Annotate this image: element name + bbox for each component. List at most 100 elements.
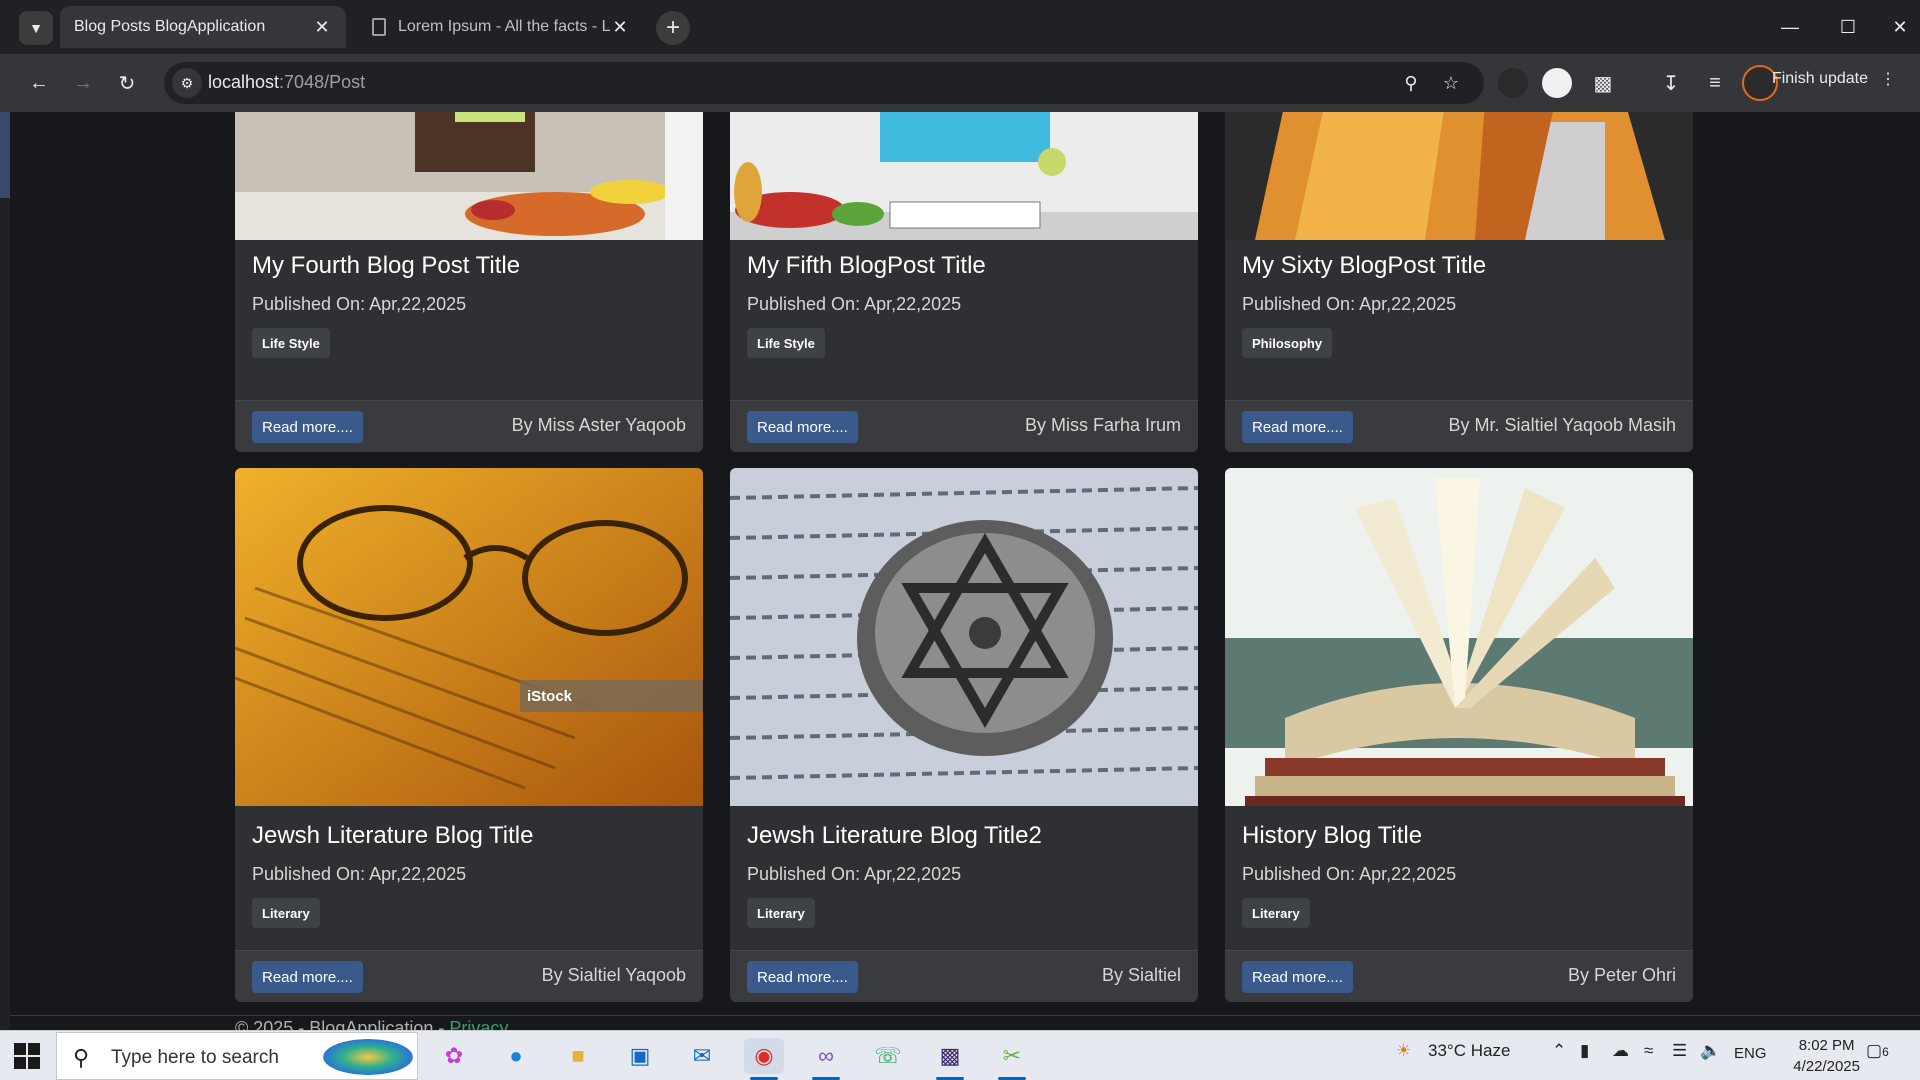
- category-badge: Literary: [252, 898, 320, 928]
- address-bar[interactable]: ⚙ localhost:7048/Post ⚲ ☆: [164, 62, 1484, 104]
- post-card: My Fourth Blog Post Title Published On: …: [235, 112, 703, 452]
- post-published-date: Published On: Apr,22,2025: [1242, 864, 1457, 884]
- plus-icon: +: [665, 14, 680, 41]
- maximize-button[interactable]: ☐: [1830, 10, 1866, 44]
- card-footer: Read more.... By Peter Ohri: [1225, 950, 1693, 1002]
- post-title[interactable]: History Blog Title: [1242, 822, 1422, 850]
- finish-update-label: Finish update: [1771, 70, 1868, 87]
- tab-blog-posts[interactable]: Blog Posts BlogApplication ✕: [60, 6, 346, 136]
- category-badge: Literary: [747, 898, 815, 928]
- download-icon: ↧: [1662, 72, 1680, 95]
- more-vertical-icon: ⋮: [1880, 71, 1896, 88]
- system-clock[interactable]: 8:02 PM 4/22/2025: [1793, 1035, 1860, 1077]
- puzzle-icon: ▩: [1593, 72, 1613, 95]
- downloads-button[interactable]: ↧: [1654, 66, 1688, 100]
- post-title[interactable]: Jewsh Literature Blog Title: [252, 822, 533, 850]
- post-title[interactable]: My Fourth Blog Post Title: [252, 252, 520, 280]
- snipping-tool-icon[interactable]: ✂: [992, 1038, 1032, 1080]
- close-icon[interactable]: ✕: [312, 17, 332, 38]
- forward-button[interactable]: →: [66, 66, 100, 100]
- close-icon[interactable]: ✕: [610, 17, 630, 38]
- document-favicon-icon: [372, 18, 386, 36]
- outlook-app-icon[interactable]: ✉: [682, 1038, 722, 1074]
- language-indicator[interactable]: ENG: [1734, 1045, 1767, 1062]
- chrome-app-icon[interactable]: ◉: [744, 1038, 784, 1080]
- post-title[interactable]: Jewsh Literature Blog Title2: [747, 822, 1042, 850]
- category-badge: Philosophy: [1242, 328, 1333, 358]
- tab-title: Blog Posts BlogApplication: [74, 18, 266, 35]
- post-card: History Blog Title Published On: Apr,22,…: [1225, 468, 1693, 1002]
- network-icon[interactable]: ≈: [1644, 1041, 1653, 1061]
- bookmark-star-icon[interactable]: ☆: [1436, 68, 1466, 98]
- arrow-right-icon: →: [73, 71, 93, 94]
- post-title[interactable]: My Sixty BlogPost Title: [1242, 252, 1486, 280]
- extension-white-icon[interactable]: [1542, 68, 1572, 98]
- new-tab-button[interactable]: +: [656, 11, 690, 45]
- reload-button[interactable]: ↻: [110, 66, 144, 100]
- close-window-button[interactable]: ✕: [1882, 10, 1918, 44]
- site-info-icon[interactable]: ⚙: [172, 68, 202, 98]
- left-edge-bar: [0, 112, 10, 1030]
- visual-studio-icon[interactable]: ∞: [806, 1038, 846, 1080]
- istock-watermark: iStock: [527, 688, 573, 705]
- whatsapp-icon[interactable]: ☏: [868, 1038, 908, 1074]
- back-button[interactable]: ←: [22, 66, 56, 100]
- post-author: By Peter Ohri: [1567, 965, 1676, 985]
- category-badge: Life Style: [252, 328, 330, 358]
- notifications-icon[interactable]: ▢6: [1866, 1041, 1889, 1061]
- search-placeholder: Type here to search: [111, 1047, 279, 1068]
- show-hidden-icons-chevron-icon[interactable]: ⌃: [1552, 1041, 1566, 1061]
- tab-strip: ▼ Blog Posts BlogApplication ✕ Lorem Ips…: [0, 0, 1920, 136]
- weather-text[interactable]: 33°C Haze: [1428, 1041, 1510, 1061]
- tab-title: Lorem Ipsum - All the facts - Lip: [398, 18, 610, 35]
- wifi-icon[interactable]: ☰: [1672, 1041, 1687, 1061]
- copilot-app-icon[interactable]: ✿: [434, 1038, 474, 1074]
- media-controls-button[interactable]: ≡: [1698, 66, 1732, 100]
- browser-toolbar: ← → ↻ ⚙ localhost:7048/Post ⚲ ☆ ▩ ↧ ≡ Fi…: [0, 54, 1920, 112]
- post-author: By Miss Farha Irum: [1024, 415, 1181, 435]
- onedrive-icon[interactable]: ☁: [1612, 1041, 1629, 1061]
- minimize-button[interactable]: —: [1772, 10, 1808, 44]
- post-published-date: Published On: Apr,22,2025: [252, 294, 467, 314]
- post-published-date: Published On: Apr,22,2025: [747, 294, 962, 314]
- post-card: Jewsh Literature Blog Title2 Published O…: [730, 468, 1198, 1002]
- post-published-date: Published On: Apr,22,2025: [1242, 294, 1457, 314]
- read-more-button[interactable]: Read more....: [1242, 411, 1353, 443]
- read-more-button[interactable]: Read more....: [747, 411, 858, 443]
- tab-lorem-ipsum[interactable]: Lorem Ipsum - All the facts - Lip ✕: [358, 6, 644, 48]
- post-author: By Sialtiel Yaqoob: [541, 965, 686, 985]
- extensions-button[interactable]: ▩: [1586, 66, 1620, 100]
- privacy-link[interactable]: Privacy: [449, 1018, 508, 1030]
- edge-app-icon[interactable]: ●: [496, 1038, 536, 1074]
- taskbar-search-box[interactable]: ⚲ Type here to search: [56, 1032, 418, 1080]
- terminal-app-icon[interactable]: ▩: [930, 1038, 970, 1080]
- volume-icon[interactable]: 🔈: [1700, 1041, 1721, 1061]
- clock-date: 4/22/2025: [1793, 1058, 1860, 1075]
- post-image-fruits-notepad: [730, 112, 1198, 240]
- category-badge: Life Style: [747, 328, 825, 358]
- windows-start-icon[interactable]: [12, 1041, 42, 1071]
- read-more-button[interactable]: Read more....: [252, 961, 363, 993]
- weather-icon[interactable]: ☀: [1396, 1041, 1411, 1061]
- category-badge: Literary: [1242, 898, 1310, 928]
- microsoft-store-icon[interactable]: ▣: [620, 1038, 660, 1074]
- read-more-button[interactable]: Read more....: [1242, 961, 1353, 993]
- chevron-down-icon: ▼: [29, 20, 43, 36]
- post-image-glasses-on-book: iStock: [235, 468, 703, 806]
- post-image-kitchen-vegetables: [235, 112, 703, 240]
- post-title[interactable]: My Fifth BlogPost Title: [747, 252, 986, 280]
- search-highlight-image: [323, 1039, 413, 1075]
- close-icon: ✕: [1892, 16, 1908, 37]
- url-text[interactable]: localhost:7048/Post: [208, 72, 365, 93]
- read-more-button[interactable]: Read more....: [747, 961, 858, 993]
- post-author: By Sialtiel: [1101, 965, 1181, 985]
- finish-update-button[interactable]: Finish update ⋮: [1758, 60, 1910, 98]
- zoom-icon[interactable]: ⚲: [1396, 68, 1426, 98]
- tab-search-menu-button[interactable]: ▼: [19, 11, 53, 45]
- extension-dark-icon[interactable]: [1498, 68, 1528, 98]
- read-more-button[interactable]: Read more....: [252, 411, 363, 443]
- file-explorer-icon[interactable]: ■: [558, 1038, 598, 1074]
- battery-icon[interactable]: ▮: [1580, 1041, 1589, 1061]
- post-image-open-books-stack: [1225, 468, 1693, 806]
- footer-divider: [10, 1015, 1920, 1016]
